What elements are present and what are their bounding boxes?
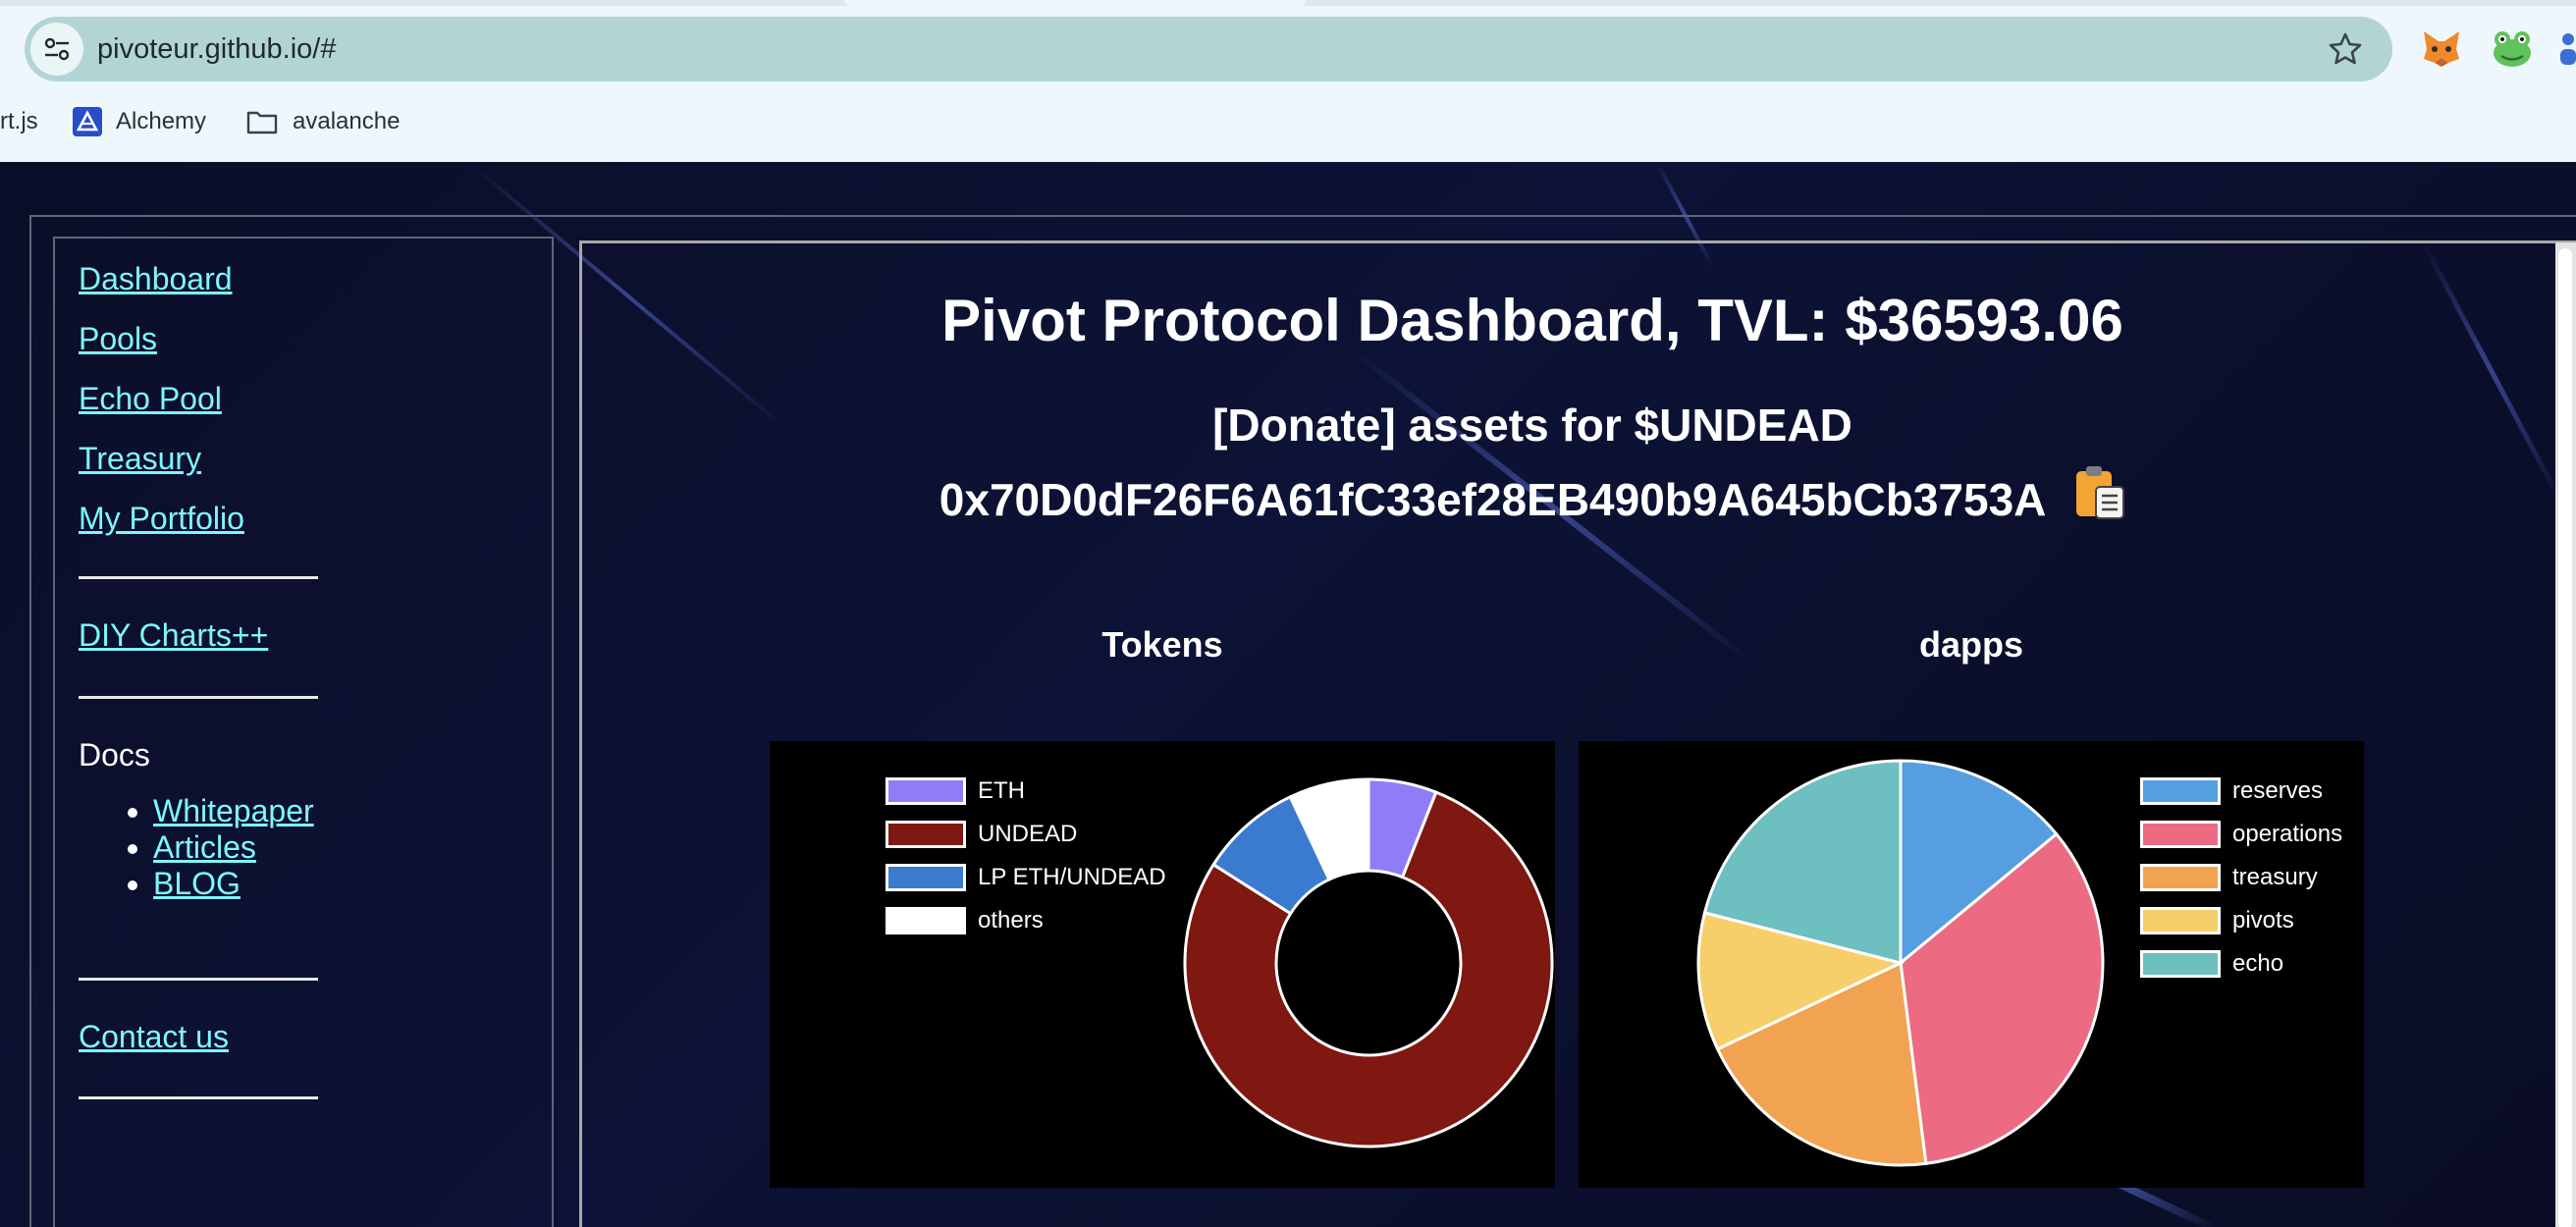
nav-link-pools[interactable]: Pools [79,321,157,357]
bookmark-chartjs-label: rt.js [0,108,38,134]
page-title: Pivot Protocol Dashboard, TVL: $36593.06 [941,288,2123,353]
extensions-menu-icon[interactable] [2552,29,2576,69]
docs-list: Whitepaper Articles BLOG [153,793,314,902]
clipboard-copy-icon[interactable] [2074,463,2125,520]
bookmark-folder-avalanche[interactable]: avalanche [245,98,400,145]
site-info-icon[interactable] [30,23,83,76]
donation-address: 0x70D0dF26F6A61fC33ef28EB490b9A645bCb375… [939,473,2047,525]
bookmark-star-icon[interactable] [2326,29,2365,69]
nav-link-contact-us[interactable]: Contact us [79,1019,229,1055]
list-item: Articles [153,829,314,866]
divider [79,1096,318,1099]
docs-link-blog[interactable]: BLOG [153,866,241,901]
dapps-pie-svg [1696,759,2105,1167]
active-tab[interactable] [844,0,1306,6]
tokens-chart-title: Tokens [1101,624,1223,665]
address-bar[interactable]: pivoteur.github.io/# [25,17,2392,81]
list-item: Whitepaper [153,793,314,829]
folder-icon [245,108,279,135]
docs-link-whitepaper[interactable]: Whitepaper [153,793,314,828]
divider [79,696,318,699]
metamask-extension-icon[interactable] [2419,26,2464,71]
alchemy-logo-icon [73,107,102,136]
frog-extension-icon[interactable] [2490,26,2535,71]
browser-chrome: pivoteur.github.io/# rt.js Alchemy avala… [0,0,2576,162]
bookmarks-bar: rt.js Alchemy avalanche [0,98,2576,147]
list-item: BLOG [153,866,314,902]
bookmark-alchemy[interactable]: Alchemy [73,98,206,145]
nav-link-dashboard[interactable]: Dashboard [79,261,233,297]
bookmark-chartjs[interactable]: rt.js [0,98,38,145]
docs-link-articles[interactable]: Articles [153,829,256,865]
tab-strip [0,0,2576,6]
dapps-chart-title: dapps [1918,624,2023,665]
nav-link-my-portfolio[interactable]: My Portfolio [79,501,244,537]
nav-link-treasury[interactable]: Treasury [79,441,201,477]
donation-address-row: 0x70D0dF26F6A61fC33ef28EB490b9A645bCb375… [585,465,2480,528]
nav-link-diy-charts[interactable]: DIY Charts++ [79,617,268,654]
dapps-chart: reserves operations treasury pivots echo [1579,741,2364,1188]
scrollbar-thumb[interactable] [2558,248,2572,1227]
sidebar: Dashboard Pools Echo Pool Treasury My Po… [53,237,554,1227]
docs-heading: Docs [79,737,150,773]
divider [79,576,318,579]
tokens-chart: ETH UNDEAD LP ETH/UNDEAD others [770,741,1555,1188]
bookmark-alchemy-label: Alchemy [116,108,207,134]
nav-link-echo-pool[interactable]: Echo Pool [79,381,222,417]
url-text[interactable]: pivoteur.github.io/# [97,17,336,81]
donate-heading: [Donate] assets for $UNDEAD [1212,400,1852,451]
tokens-doughnut-svg [1183,777,1554,1148]
bookmark-avalanche-label: avalanche [293,108,401,134]
divider [79,978,318,981]
